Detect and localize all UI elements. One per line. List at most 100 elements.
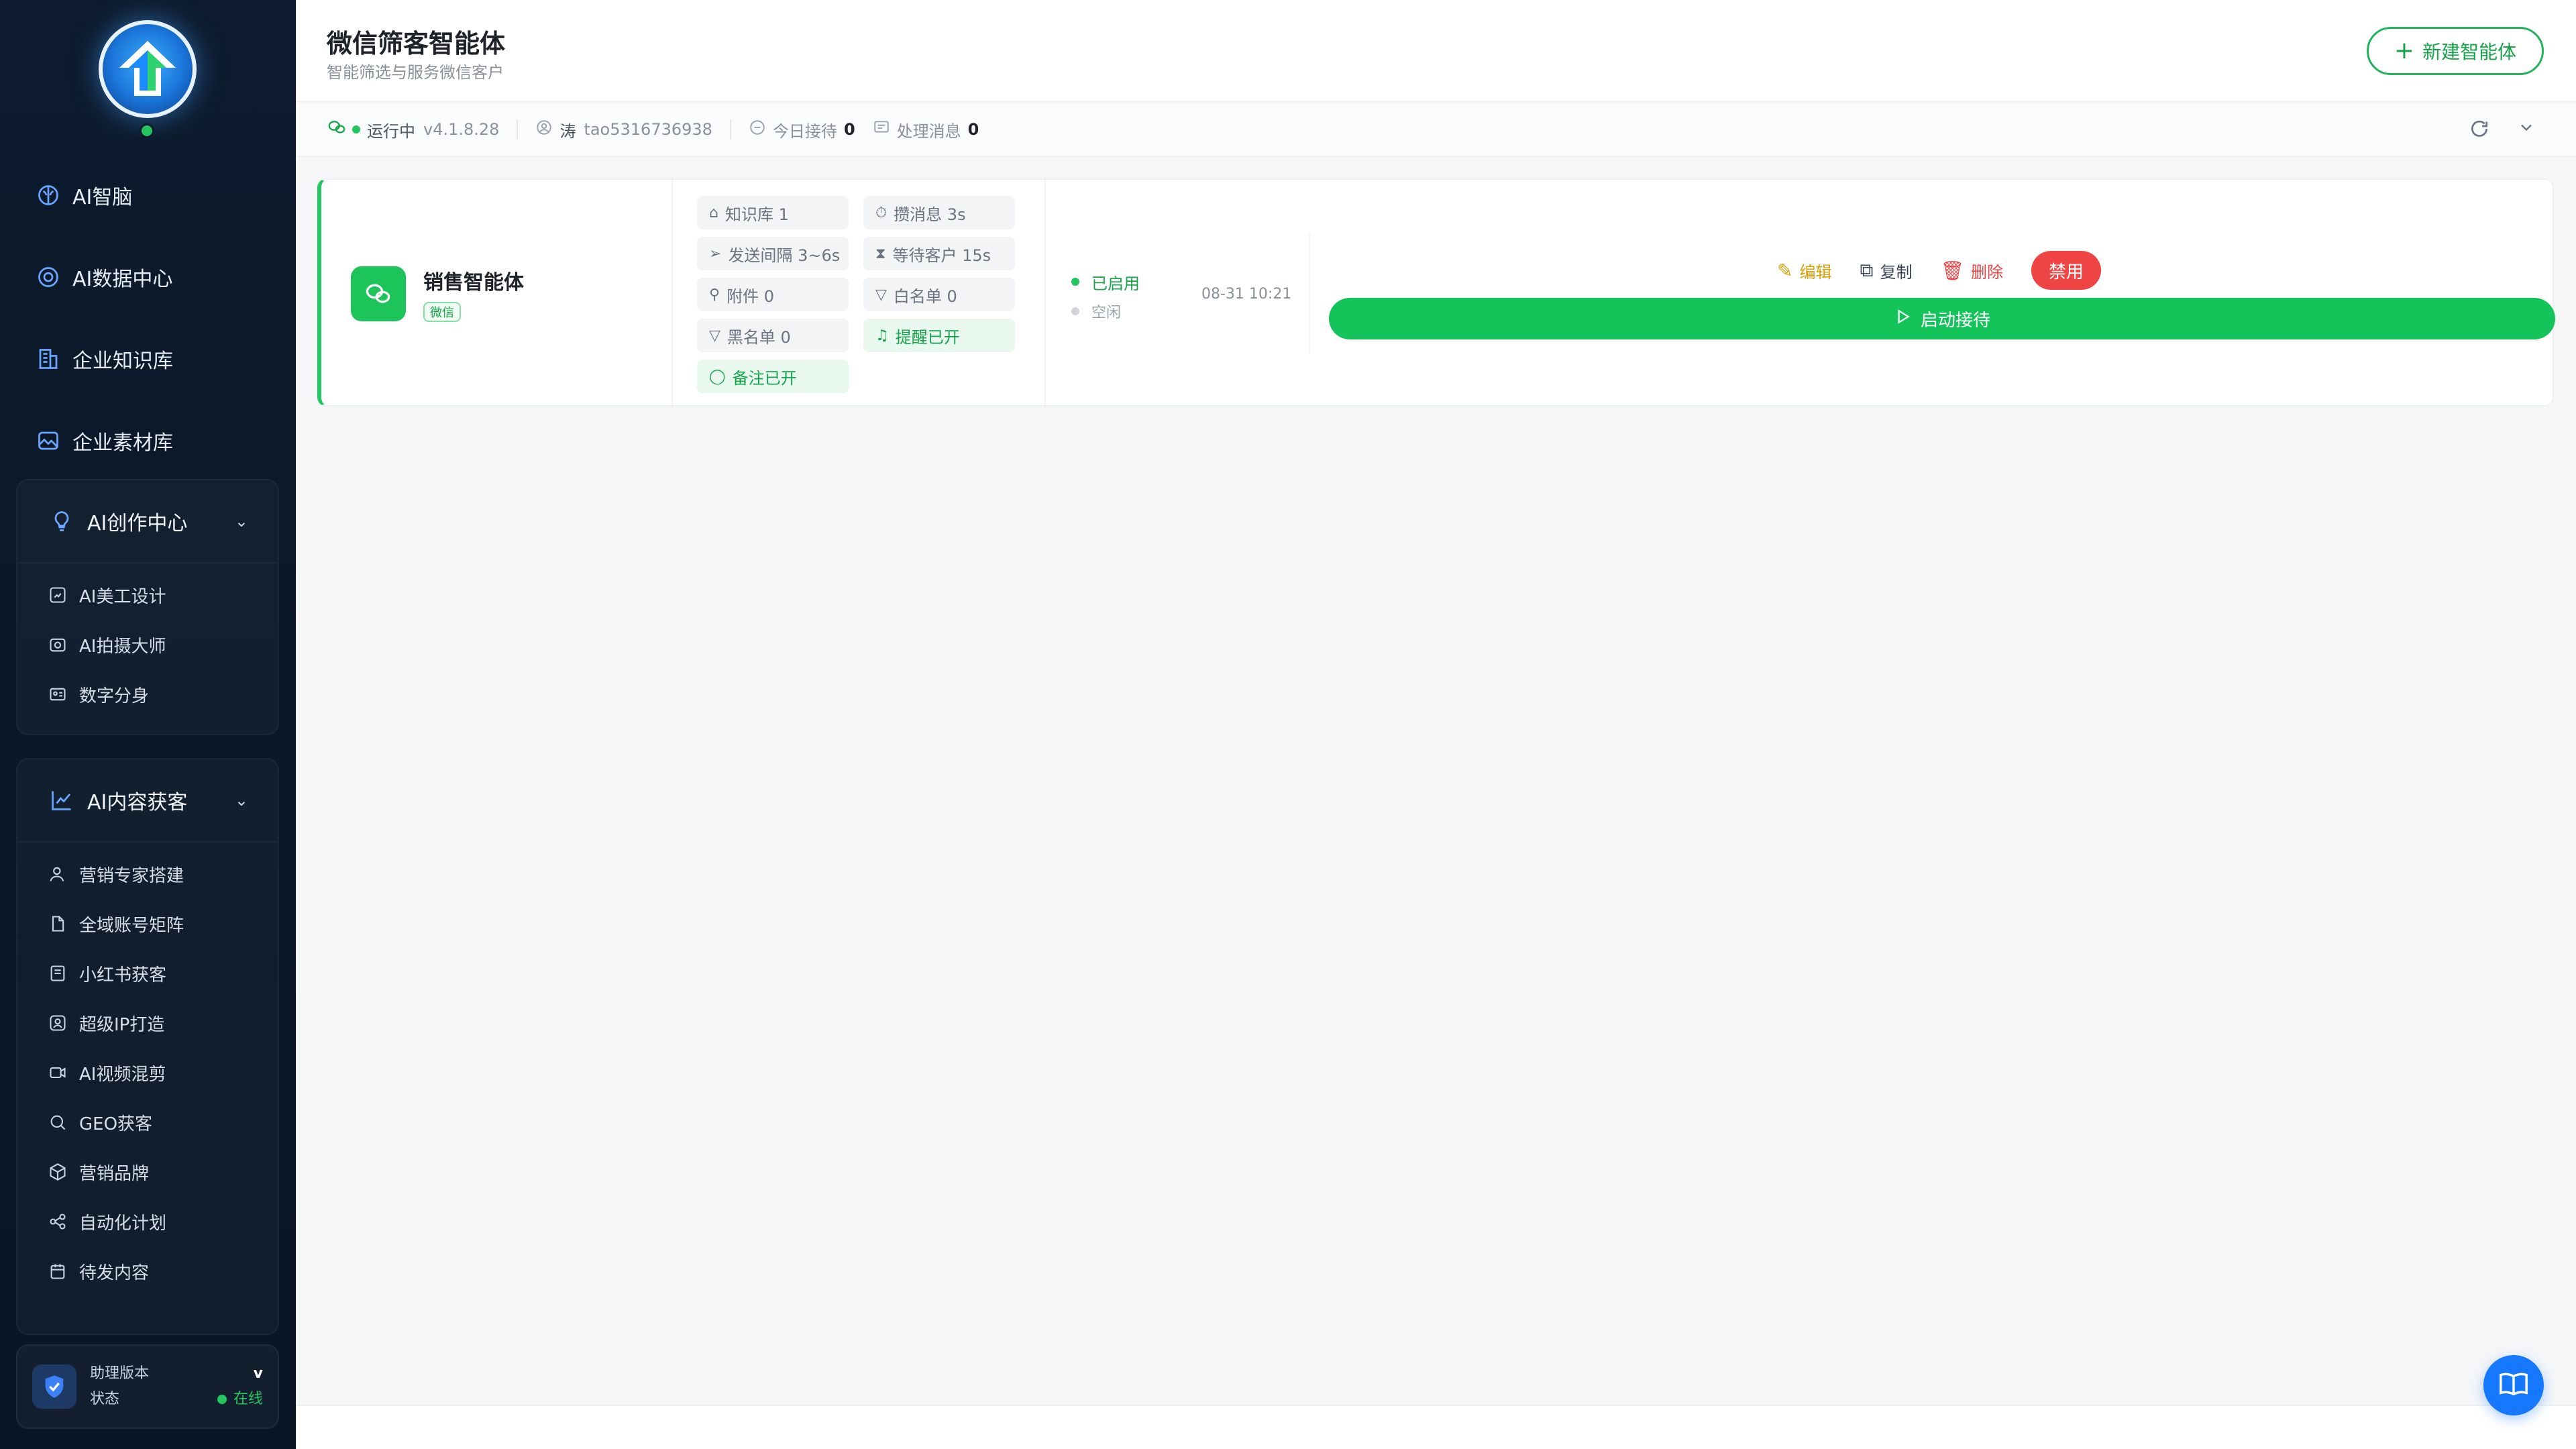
- state-value: 在线: [233, 1391, 263, 1407]
- sidebar-item-label: GEO获客: [79, 1114, 153, 1134]
- brain-icon: [35, 182, 62, 209]
- tag-label: 发送间隔 3~6s: [728, 246, 841, 265]
- edit-label: 编辑: [1799, 262, 1832, 282]
- hourglass-icon: ⧗: [875, 245, 886, 262]
- tag-whitelist: ▽ 白名单 0: [863, 278, 1015, 311]
- sidebar-item-label: 营销专家搭建: [79, 865, 184, 886]
- image-library-icon: [35, 427, 62, 454]
- sidebar-item-label: AI拍摄大师: [79, 636, 166, 657]
- version-text: v4.1.8.28: [423, 120, 500, 139]
- sidebar-item-xiaohongshu[interactable]: 小红书获客: [17, 949, 278, 998]
- chevron-down-icon[interactable]: [2517, 118, 2536, 144]
- help-manual-button[interactable]: [2483, 1355, 2544, 1415]
- agent-info: 销售智能体 微信: [351, 266, 524, 322]
- today-value: 0: [843, 120, 855, 139]
- logo-icon: [99, 20, 197, 118]
- group-header-ai-creation[interactable]: AI创作中心 ⌄: [17, 480, 278, 564]
- tag-attachment: ⚲ 附件 0: [697, 278, 849, 311]
- sidebar-group-content-acquisition: AI内容获客 ⌄ 营销专家搭建 全域账号矩阵 小红书获客 超级IP打造 AI视频…: [16, 758, 279, 1335]
- bell-icon: ♫: [875, 327, 889, 344]
- idle-dot: [1071, 307, 1079, 315]
- divider: [1309, 233, 1310, 354]
- page-title: 微信筛客智能体: [327, 29, 506, 58]
- disable-button[interactable]: 禁用: [2031, 251, 2102, 290]
- sidebar-item-pending-content[interactable]: 待发内容: [17, 1246, 278, 1296]
- sidebar-item-ai-brain[interactable]: AI智脑: [0, 154, 296, 236]
- group-header-content-acquisition[interactable]: AI内容获客 ⌄: [17, 759, 278, 843]
- wechat-icon: [327, 117, 347, 142]
- main-content: 微信筛客智能体 智能筛选与服务微信客户 + 新建智能体 运行中 v4.1.8.2…: [296, 0, 2576, 1449]
- sidebar-item-geo[interactable]: GEO获客: [17, 1097, 278, 1147]
- sidebar-item-label: 全域账号矩阵: [79, 915, 184, 936]
- sidebar-item-account-matrix[interactable]: 全域账号矩阵: [17, 899, 278, 949]
- sidebar-item-ai-design[interactable]: AI美工设计: [17, 570, 278, 620]
- sidebar-group-ai-creation: AI创作中心 ⌄ AI美工设计 AI拍摄大师 数字分身: [16, 479, 279, 735]
- start-label: 启动接待: [1920, 310, 1990, 331]
- sidebar-item-label: 小红书获客: [79, 965, 167, 985]
- sidebar-item-marketing-expert[interactable]: 营销专家搭建: [17, 849, 278, 899]
- assistant-status-card: 助理版本 状态 v 在线: [16, 1344, 279, 1429]
- sidebar-item-video-mix[interactable]: AI视频混剪: [17, 1048, 278, 1097]
- trash-icon: 🗑: [1940, 259, 1965, 282]
- start-reception-button[interactable]: 启动接待: [1329, 298, 2555, 339]
- camera-icon: [47, 634, 68, 655]
- timer-icon: ⏱: [875, 204, 888, 221]
- send-icon: ➢: [709, 245, 722, 262]
- calendar-icon: [47, 1260, 68, 1282]
- sidebar-item-marketing-brand[interactable]: 营销品牌: [17, 1147, 278, 1197]
- tag-label: 备注已开: [732, 368, 797, 388]
- chevron-down-icon[interactable]: ⌄: [235, 791, 248, 810]
- profile-icon: [47, 1012, 68, 1034]
- sidebar-item-material-library[interactable]: 企业素材库: [0, 400, 296, 482]
- edit-button[interactable]: ✎ 编辑: [1777, 259, 1831, 282]
- delete-button[interactable]: 🗑 删除: [1940, 259, 2003, 282]
- message-value: 0: [967, 120, 979, 139]
- book-open-icon: [2498, 1368, 2529, 1402]
- state-label: 状态: [90, 1391, 120, 1407]
- sidebar-item-data-center[interactable]: AI数据中心: [0, 236, 296, 318]
- sidebar-top-nav: AI智脑 AI数据中心 企业知识库 企业素材库: [0, 154, 296, 482]
- tag-label: 攒消息 3s: [894, 205, 966, 224]
- group-label: AI创作中心: [87, 512, 188, 535]
- sidebar-item-knowledge-base[interactable]: 企业知识库: [0, 318, 296, 400]
- sidebar-item-label: 数字分身: [79, 686, 150, 706]
- agent-actions: ✎ 编辑 ⧉ 复制 🗑 删除 禁用: [1777, 251, 2102, 290]
- sidebar-item-automation-plan[interactable]: 自动化计划: [17, 1197, 278, 1246]
- agent-updated-time: 08-31 10:21: [1201, 286, 1292, 303]
- file-icon: [47, 913, 68, 934]
- tag-label: 黑名单 0: [727, 327, 791, 347]
- data-center-icon: [35, 264, 62, 290]
- tag-waiting: ⧗ 等待客户 15s: [863, 237, 1015, 270]
- lightbulb-icon: [48, 508, 75, 535]
- divider: [1044, 180, 1046, 405]
- online-indicator: [140, 123, 154, 138]
- search-icon: [47, 1112, 68, 1133]
- app-logo[interactable]: [99, 20, 197, 118]
- tag-label: 提醒已开: [895, 327, 960, 347]
- tag-send-interval: ➢ 发送间隔 3~6s: [697, 237, 849, 270]
- user-circle-icon: [535, 119, 553, 140]
- share-icon: [47, 1211, 68, 1232]
- pencil-icon: ✎: [1777, 259, 1793, 282]
- footer-strip: [296, 1405, 2576, 1449]
- sidebar-item-super-ip[interactable]: 超级IP打造: [17, 998, 278, 1048]
- sidebar-item-label: AI智脑: [72, 186, 133, 209]
- version-label: 助理版本: [90, 1365, 150, 1382]
- chevron-down-icon[interactable]: ⌄: [235, 512, 248, 531]
- sidebar-item-ai-camera[interactable]: AI拍摄大师: [17, 620, 278, 669]
- refresh-icon[interactable]: [2469, 118, 2490, 144]
- page-header: 微信筛客智能体 智能筛选与服务微信客户 + 新建智能体: [296, 0, 2576, 102]
- agent-card: 销售智能体 微信 ⌂ 知识库 1 ⏱ 攒消息 3s ➢ 发送间隔 3~6s ⧗ 等待客户…: [317, 178, 2555, 407]
- today-label: 今日接待: [772, 121, 837, 141]
- copy-button[interactable]: ⧉ 复制: [1860, 259, 1912, 282]
- id-card-icon: [47, 684, 68, 705]
- tag-label: 知识库 1: [724, 205, 789, 224]
- divider: [729, 119, 731, 140]
- lock-icon: ⌂: [709, 204, 718, 221]
- agent-name[interactable]: 销售智能体: [423, 266, 524, 295]
- sidebar-item-digital-avatar[interactable]: 数字分身: [17, 669, 278, 719]
- online-status: 在线: [217, 1387, 263, 1412]
- new-agent-button[interactable]: + 新建智能体: [2367, 27, 2544, 75]
- tag-knowledge-base: ⌂ 知识库 1: [697, 196, 849, 229]
- status-bar: 运行中 v4.1.8.28 涛 tao5316736938 今日接待 0 处理消…: [296, 103, 2576, 157]
